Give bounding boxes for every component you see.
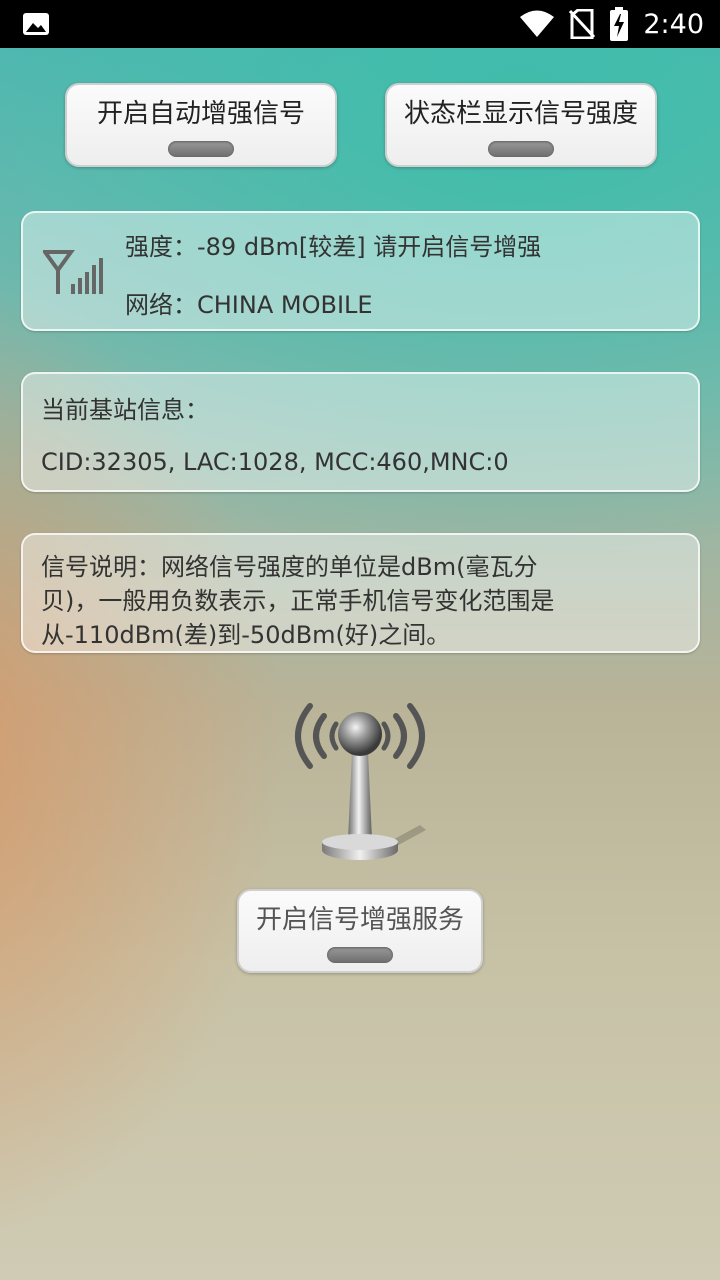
wifi-icon	[520, 10, 555, 37]
base-station-title: 当前基站信息：	[41, 396, 209, 424]
signal-boost-service-switch[interactable]	[327, 947, 393, 963]
image-icon	[23, 13, 49, 35]
base-station-panel: 当前基站信息： CID:32305, LAC:1028, MCC:460,MNC…	[21, 372, 700, 492]
auto-boost-label: 开启自动增强信号	[96, 99, 305, 129]
signal-boost-service-label: 开启信号增强服务	[255, 905, 464, 935]
network-name-text: 网络：CHINA MOBILE	[125, 291, 373, 319]
signal-info-panel: 强度：-89 dBm[较差] 请开启信号增强 网络：CHINA MOBILE	[21, 211, 700, 331]
auto-boost-toggle[interactable]: 开启自动增强信号	[65, 83, 337, 167]
statusbar-display-switch[interactable]	[488, 141, 554, 157]
base-station-info: CID:32305, LAC:1028, MCC:460,MNC:0	[41, 448, 509, 476]
statusbar-display-toggle[interactable]: 状态栏显示信号强度	[385, 83, 657, 167]
signal-strength-text: 强度：-89 dBm[较差] 请开启信号增强	[125, 233, 542, 261]
battery-charging-icon	[610, 7, 629, 41]
signal-note-line-3: 从-110dBm(差)到-50dBm(好)之间。	[41, 621, 451, 649]
signal-note-panel: 信号说明：网络信号强度的单位是dBm(毫瓦分 贝)，一般用负数表示，正常手机信号…	[21, 533, 700, 653]
radio-tower-icon	[270, 690, 450, 870]
clock-time: 2:40	[643, 8, 704, 40]
statusbar-display-label: 状态栏显示信号强度	[403, 99, 638, 129]
status-bar: 2:40	[0, 0, 720, 48]
signal-note-line-2: 贝)，一般用负数表示，正常手机信号变化范围是	[41, 587, 555, 615]
signal-boost-service-toggle[interactable]: 开启信号增强服务	[237, 889, 483, 973]
signal-antenna-icon	[43, 250, 103, 294]
no-sim-icon	[569, 9, 596, 39]
signal-note-line-1: 信号说明：网络信号强度的单位是dBm(毫瓦分	[41, 553, 538, 581]
auto-boost-switch[interactable]	[168, 141, 234, 157]
